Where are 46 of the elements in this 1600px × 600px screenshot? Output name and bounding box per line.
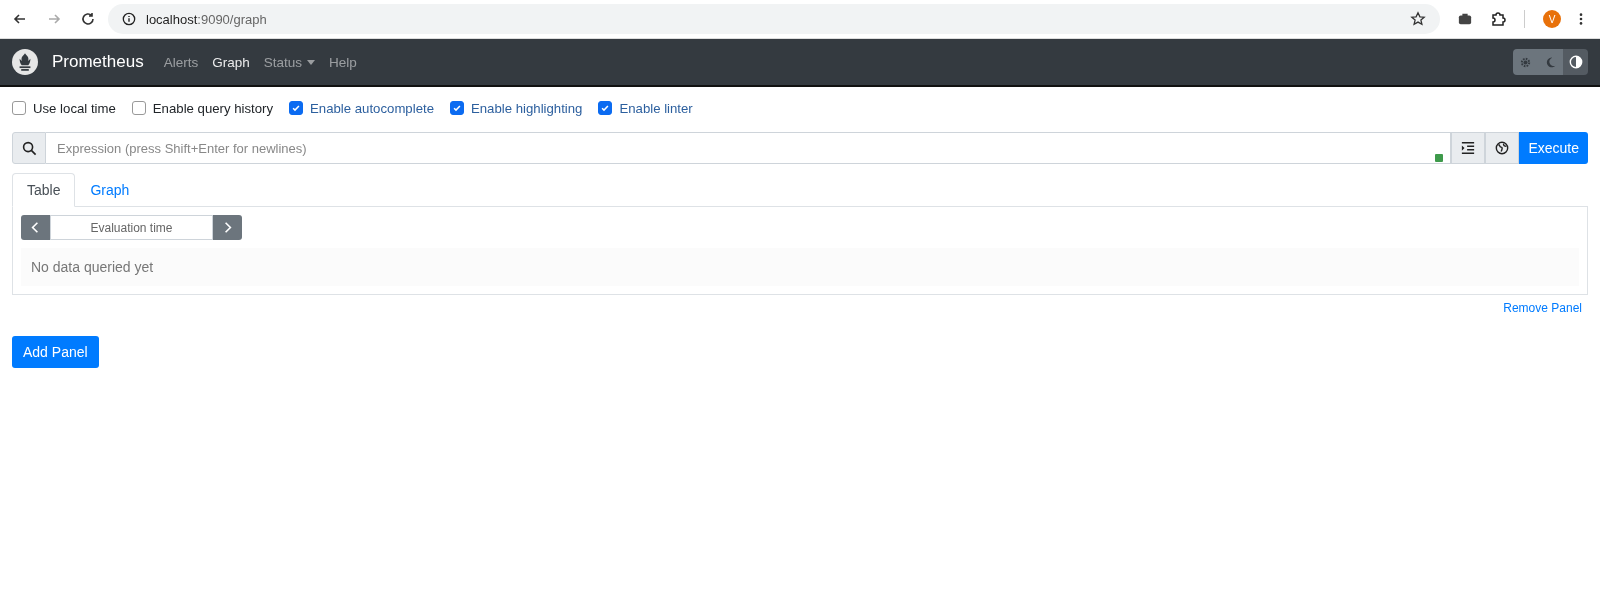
- indent-icon: [1461, 141, 1476, 155]
- brand-link[interactable]: Prometheus: [52, 52, 144, 72]
- execute-button[interactable]: Execute: [1519, 132, 1588, 164]
- contrast-icon: [1568, 55, 1583, 69]
- gear-icon: [1519, 55, 1532, 69]
- checkbox-label[interactable]: Enable linter: [619, 100, 693, 116]
- chevron-right-icon: [223, 221, 232, 234]
- checkbox[interactable]: [289, 101, 304, 115]
- search-icon: [21, 140, 37, 156]
- expression-input[interactable]: Expression (press Shift+Enter for newlines): [46, 132, 1452, 164]
- check-icon: [451, 103, 462, 113]
- theme-button[interactable]: [1563, 49, 1588, 75]
- remove-panel-link[interactable]: Remove Panel: [1503, 301, 1582, 315]
- moon-icon: [1544, 55, 1557, 69]
- torch-logo-icon[interactable]: [12, 49, 38, 75]
- checkbox[interactable]: [131, 101, 146, 115]
- check-icon: [291, 103, 302, 113]
- puzzle-icon[interactable]: [1490, 11, 1506, 27]
- nav-link[interactable]: Help: [329, 54, 357, 70]
- info-icon[interactable]: [122, 12, 136, 26]
- add-panel-button[interactable]: Add Panel: [12, 336, 99, 368]
- tab[interactable]: Table: [12, 173, 76, 207]
- checkbox-label[interactable]: Enable query history: [152, 100, 274, 116]
- empty-message: No data queried yet: [31, 259, 154, 275]
- address-bar[interactable]: localhost:9090/graph: [108, 4, 1440, 34]
- star-icon[interactable]: [1410, 11, 1426, 27]
- nav-link[interactable]: Status: [263, 54, 315, 70]
- evaluation-time-input[interactable]: Evaluation time: [49, 215, 214, 240]
- next-button[interactable]: [213, 215, 242, 240]
- chevron-left-icon: [31, 221, 40, 234]
- checkbox[interactable]: [12, 101, 26, 115]
- checkbox[interactable]: [598, 101, 613, 115]
- checkbox-label[interactable]: Enable highlighting: [470, 100, 583, 116]
- nav-link[interactable]: Alerts: [163, 54, 199, 70]
- menu-icon[interactable]: [1579, 12, 1583, 26]
- nav-link[interactable]: Graph: [212, 54, 250, 70]
- format-button[interactable]: [1451, 132, 1486, 164]
- checkbox-label[interactable]: Enable autocomplete: [310, 100, 434, 116]
- previous-button[interactable]: [21, 215, 50, 240]
- checkbox[interactable]: [449, 101, 464, 115]
- reload-icon[interactable]: [80, 11, 96, 27]
- check-icon: [600, 103, 611, 113]
- checkbox-label[interactable]: Use local time: [33, 100, 116, 116]
- tab[interactable]: Graph: [75, 173, 145, 207]
- globe-icon: [1495, 141, 1510, 155]
- metrics-explorer-button[interactable]: [1485, 132, 1520, 164]
